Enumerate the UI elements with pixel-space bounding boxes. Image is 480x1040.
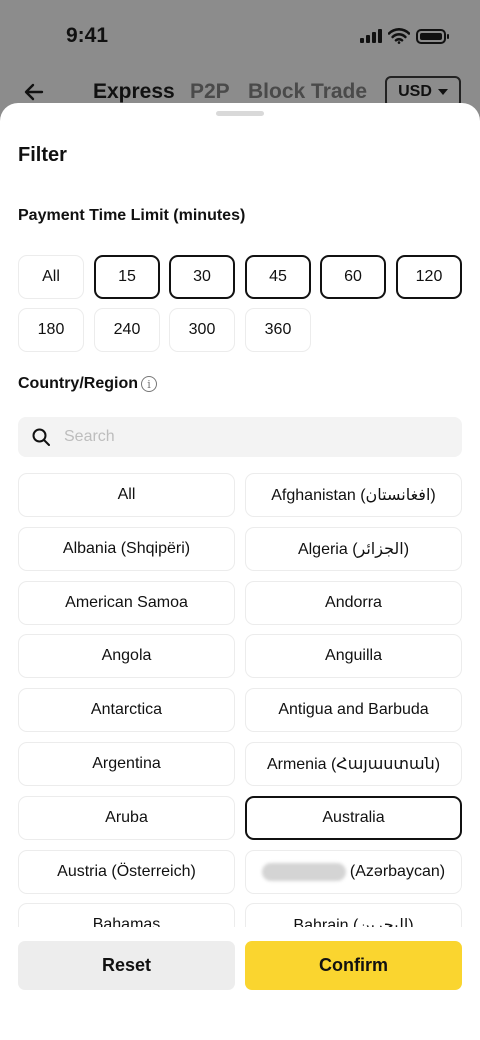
country-option[interactable]: Afghanistan (افغانستان) bbox=[245, 473, 462, 517]
time-option-chip[interactable]: 45 bbox=[245, 255, 311, 299]
country-option[interactable]: Australia bbox=[245, 795, 462, 840]
status-time: 9:41 bbox=[66, 24, 109, 47]
country-label: Afghanistan (افغانستان) bbox=[271, 487, 436, 504]
reset-button[interactable]: Reset bbox=[18, 941, 235, 990]
time-option-chip[interactable]: 120 bbox=[396, 255, 462, 299]
sheet-grabber[interactable] bbox=[216, 111, 264, 116]
country-label: Austria (Österreich) bbox=[57, 862, 196, 880]
time-option-chip[interactable]: 15 bbox=[94, 255, 160, 299]
country-option[interactable]: Austria (Österreich) bbox=[18, 849, 235, 894]
sheet-footer: Reset Confirm bbox=[0, 927, 480, 1040]
time-option-chip[interactable]: 180 bbox=[18, 308, 84, 352]
wifi-icon bbox=[388, 28, 410, 44]
time-option-chip[interactable]: 300 bbox=[169, 308, 235, 352]
country-label: Albania (Shqipëri) bbox=[62, 539, 191, 557]
time-option-chip[interactable]: 60 bbox=[320, 255, 386, 299]
info-icon[interactable]: i bbox=[141, 376, 157, 392]
country-label: Aruba bbox=[105, 808, 148, 826]
time-option-chip[interactable]: 240 bbox=[94, 308, 160, 352]
search-box bbox=[18, 417, 462, 457]
country-label: Armenia (Հայաստան) bbox=[266, 756, 441, 773]
country-label: Bahrain (البحرين) bbox=[293, 917, 414, 927]
country-option[interactable]: (Azərbaycan) bbox=[245, 849, 462, 894]
country-option[interactable]: Aruba bbox=[18, 795, 235, 840]
time-option-chip[interactable]: All bbox=[18, 255, 84, 299]
battery-icon bbox=[416, 28, 449, 44]
country-option[interactable]: All bbox=[18, 473, 235, 517]
country-option[interactable]: Armenia (Հայաստան) bbox=[245, 742, 462, 786]
signal-icon bbox=[360, 29, 382, 43]
country-label: Anguilla bbox=[325, 647, 382, 665]
status-bar: 9:41 bbox=[0, 0, 480, 70]
country-region-label: Country/Region bbox=[18, 375, 138, 392]
country-label: Australia bbox=[322, 808, 385, 826]
country-label: Andorra bbox=[325, 593, 382, 611]
search-input[interactable] bbox=[64, 428, 444, 446]
filter-sheet: Filter Payment Time Limit (minutes) All 1… bbox=[0, 103, 480, 1040]
payment-time-label: Payment Time Limit (minutes) bbox=[18, 207, 246, 224]
country-label: Argentina bbox=[92, 755, 161, 772]
search-icon bbox=[32, 428, 50, 446]
tab-p2p[interactable]: P2P bbox=[190, 80, 230, 104]
country-label: Algeria (الجزائر) bbox=[297, 540, 410, 558]
country-option[interactable]: Antarctica bbox=[18, 688, 235, 733]
country-label: Antarctica bbox=[90, 701, 163, 719]
back-arrow-icon[interactable] bbox=[22, 80, 46, 104]
country-label: Angola bbox=[101, 647, 152, 665]
country-option[interactable]: Antigua and Barbuda bbox=[245, 688, 462, 733]
country-option[interactable]: Algeria (الجزائر) bbox=[245, 526, 462, 571]
caret-down-icon bbox=[437, 89, 448, 95]
currency-label: USD bbox=[398, 83, 432, 100]
country-option[interactable]: Andorra bbox=[245, 580, 462, 625]
tab-express[interactable]: Express bbox=[93, 80, 175, 104]
country-option[interactable]: American Samoa bbox=[18, 580, 235, 625]
country-label: (Azərbaycan) bbox=[349, 862, 446, 880]
time-option-chip[interactable]: 360 bbox=[245, 308, 311, 352]
country-option[interactable]: Anguilla bbox=[245, 634, 462, 679]
status-icons bbox=[360, 26, 449, 46]
country-label: Bahamas bbox=[92, 916, 161, 927]
country-option[interactable]: Bahamas bbox=[18, 903, 235, 927]
time-option-chip[interactable]: 30 bbox=[169, 255, 235, 299]
country-label: American Samoa bbox=[65, 593, 188, 611]
country-option[interactable]: Argentina bbox=[18, 742, 235, 786]
country-label: All bbox=[117, 486, 136, 503]
country-option[interactable]: Angola bbox=[18, 634, 235, 679]
country-option[interactable]: Bahrain (البحرين) bbox=[245, 903, 462, 927]
sheet-title: Filter bbox=[18, 144, 67, 166]
confirm-button[interactable]: Confirm bbox=[245, 941, 462, 990]
country-label: Antigua and Barbuda bbox=[278, 701, 429, 719]
country-option[interactable]: Albania (Shqipëri) bbox=[18, 526, 235, 571]
redacted-text bbox=[261, 862, 346, 881]
country-list: All Afghanistan (افغانستان) Albania (Shqip… bbox=[0, 473, 480, 927]
tab-block-trade[interactable]: Block Trade bbox=[248, 80, 367, 104]
